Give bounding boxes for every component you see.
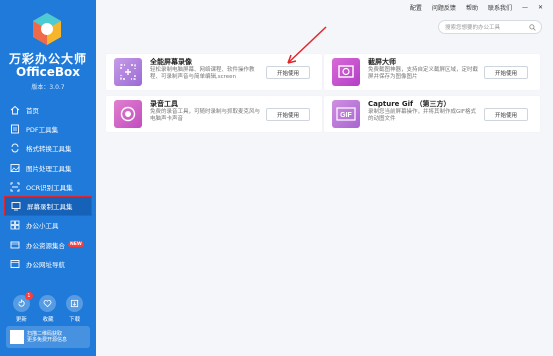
pdf-icon: [11, 124, 19, 134]
card-description: 免费截图神器，支持自定义截屏区域，定时截屏并保存为图像图片: [368, 67, 479, 80]
config-link[interactable]: 配置: [410, 3, 422, 12]
search-icon[interactable]: [529, 24, 536, 31]
tools-icon: [10, 221, 20, 230]
contact-link[interactable]: 联系我们: [488, 3, 512, 12]
sidebar-item-label: 首页: [26, 106, 39, 115]
sidebar-item-ocr[interactable]: OCR识别工具集: [4, 177, 92, 196]
resource-icon: [10, 241, 20, 249]
update-label: 更新: [15, 317, 27, 323]
gif-icon: GIF: [332, 100, 360, 128]
card-description: 免费的录音工具，可随时录制与抓取麦克风与电脑声卡声音: [150, 109, 261, 122]
sidebar-item-tools[interactable]: 办公小工具: [4, 216, 92, 235]
app-version: 版本：3.0.7: [31, 84, 65, 91]
card-description: 轻松录制电脑屏幕、网络课程、软件操作教程、可录制声音与简单编辑,screen: [150, 67, 255, 80]
convert-icon: [11, 143, 19, 153]
card-title: 全能屏幕录像: [150, 58, 192, 66]
card-description: 录制您当前屏幕操作，并将其制作成GIF格式的动图文件: [368, 109, 477, 122]
sidebar-item-image[interactable]: 图片处理工具集: [4, 158, 92, 177]
title-bar: 配置 问题反馈 帮助 联系我们 — ✕: [96, 0, 553, 14]
start-button[interactable]: 开始使用: [484, 66, 528, 79]
qr-code-icon: [10, 330, 24, 344]
sidebar-item-label: OCR识别工具集: [26, 183, 73, 192]
sidebar-item-label: 办公网址导航: [26, 261, 65, 270]
sidebar-item-label: 屏幕录制工具集: [27, 203, 73, 212]
start-button[interactable]: 开始使用: [266, 108, 310, 121]
qr-line-2: 更多免费开源信息: [27, 337, 68, 343]
close-button[interactable]: ✕: [538, 4, 543, 11]
sidebar-item-web-nav[interactable]: 办公网址导航: [4, 254, 92, 273]
sidebar-item-label: 办公小工具: [26, 222, 59, 231]
update-icon: [18, 299, 25, 307]
search-input[interactable]: 搜索您想要的办公工具: [438, 20, 542, 34]
help-link[interactable]: 帮助: [466, 3, 478, 12]
home-icon: [10, 105, 20, 115]
favorites-label: 收藏: [42, 317, 54, 323]
new-badge: NEW: [68, 242, 84, 248]
scan-icon: [10, 182, 20, 192]
sidebar-item-home[interactable]: 首页: [4, 100, 92, 119]
svg-text:GIF: GIF: [340, 112, 352, 119]
annotation-arrow-icon: [287, 26, 327, 64]
update-count-badge: 1: [24, 292, 33, 300]
card-title: Capture Gif （第三方）: [368, 100, 451, 108]
qr-promo[interactable]: 扫描二维码获取 更多免费开源信息: [6, 326, 90, 348]
sidebar-item-convert[interactable]: 格式转换工具集: [4, 139, 92, 158]
search-placeholder: 搜索您想要的办公工具: [445, 25, 501, 31]
sidebar-item-pdf[interactable]: PDF工具集: [4, 119, 92, 138]
app-subtitle: OfficeBox: [16, 65, 80, 79]
sidebar-item-label: 格式转换工具集: [26, 145, 72, 154]
sidebar-item-label: 办公资源集合: [26, 241, 65, 250]
card-title: 录音工具: [150, 100, 178, 108]
sidebar-nav: 首页 PDF工具集 格式转换工具集 图片处理工具集 OCR识别工具集 屏幕录制工…: [4, 100, 92, 274]
top-links: 配置 问题反馈 帮助 联系我们 — ✕: [410, 3, 543, 12]
screen-record-icon: [114, 58, 142, 86]
sidebar-item-screen-record[interactable]: 屏幕录制工具集: [4, 196, 92, 216]
download-icon: [71, 299, 79, 308]
sidebar: 万彩办公大师 OfficeBox 版本：3.0.7 首页 PDF工具集 格式转换…: [0, 0, 96, 356]
tool-card-audio-record[interactable]: 录音工具 免费的录音工具，可随时录制与抓取麦克风与电脑声卡声音 开始使用: [106, 96, 322, 132]
update-button[interactable]: 1 更新: [12, 292, 33, 323]
favorites-button[interactable]: 收藏: [39, 295, 57, 323]
download-button[interactable]: 下载: [66, 295, 84, 323]
sidebar-item-label: PDF工具集: [26, 125, 59, 134]
sidebar-item-resources[interactable]: 办公资源集合 NEW: [4, 235, 92, 254]
logo-icon: [33, 13, 61, 45]
minimize-button[interactable]: —: [522, 4, 528, 11]
sidebar-bottom-actions: 1 更新 收藏 下载: [0, 292, 96, 323]
audio-record-icon: [114, 100, 142, 128]
heart-icon: [44, 300, 52, 308]
screenshot-icon: [332, 58, 360, 86]
tool-card-screenshot[interactable]: 截屏大师 免费截图神器，支持自定义截屏区域，定时截屏并保存为图像图片 开始使用: [324, 54, 540, 90]
image-icon: [10, 163, 20, 172]
card-title: 截屏大师: [368, 58, 396, 66]
download-label: 下载: [69, 317, 81, 323]
start-button[interactable]: 开始使用: [484, 108, 528, 121]
tool-card-capture-gif[interactable]: GIF Capture Gif （第三方） 录制您当前屏幕操作，并将其制作成GI…: [324, 96, 540, 132]
nav-icon: [10, 260, 20, 268]
screen-icon: [11, 202, 21, 211]
feedback-link[interactable]: 问题反馈: [432, 3, 456, 12]
sidebar-item-label: 图片处理工具集: [26, 164, 72, 173]
